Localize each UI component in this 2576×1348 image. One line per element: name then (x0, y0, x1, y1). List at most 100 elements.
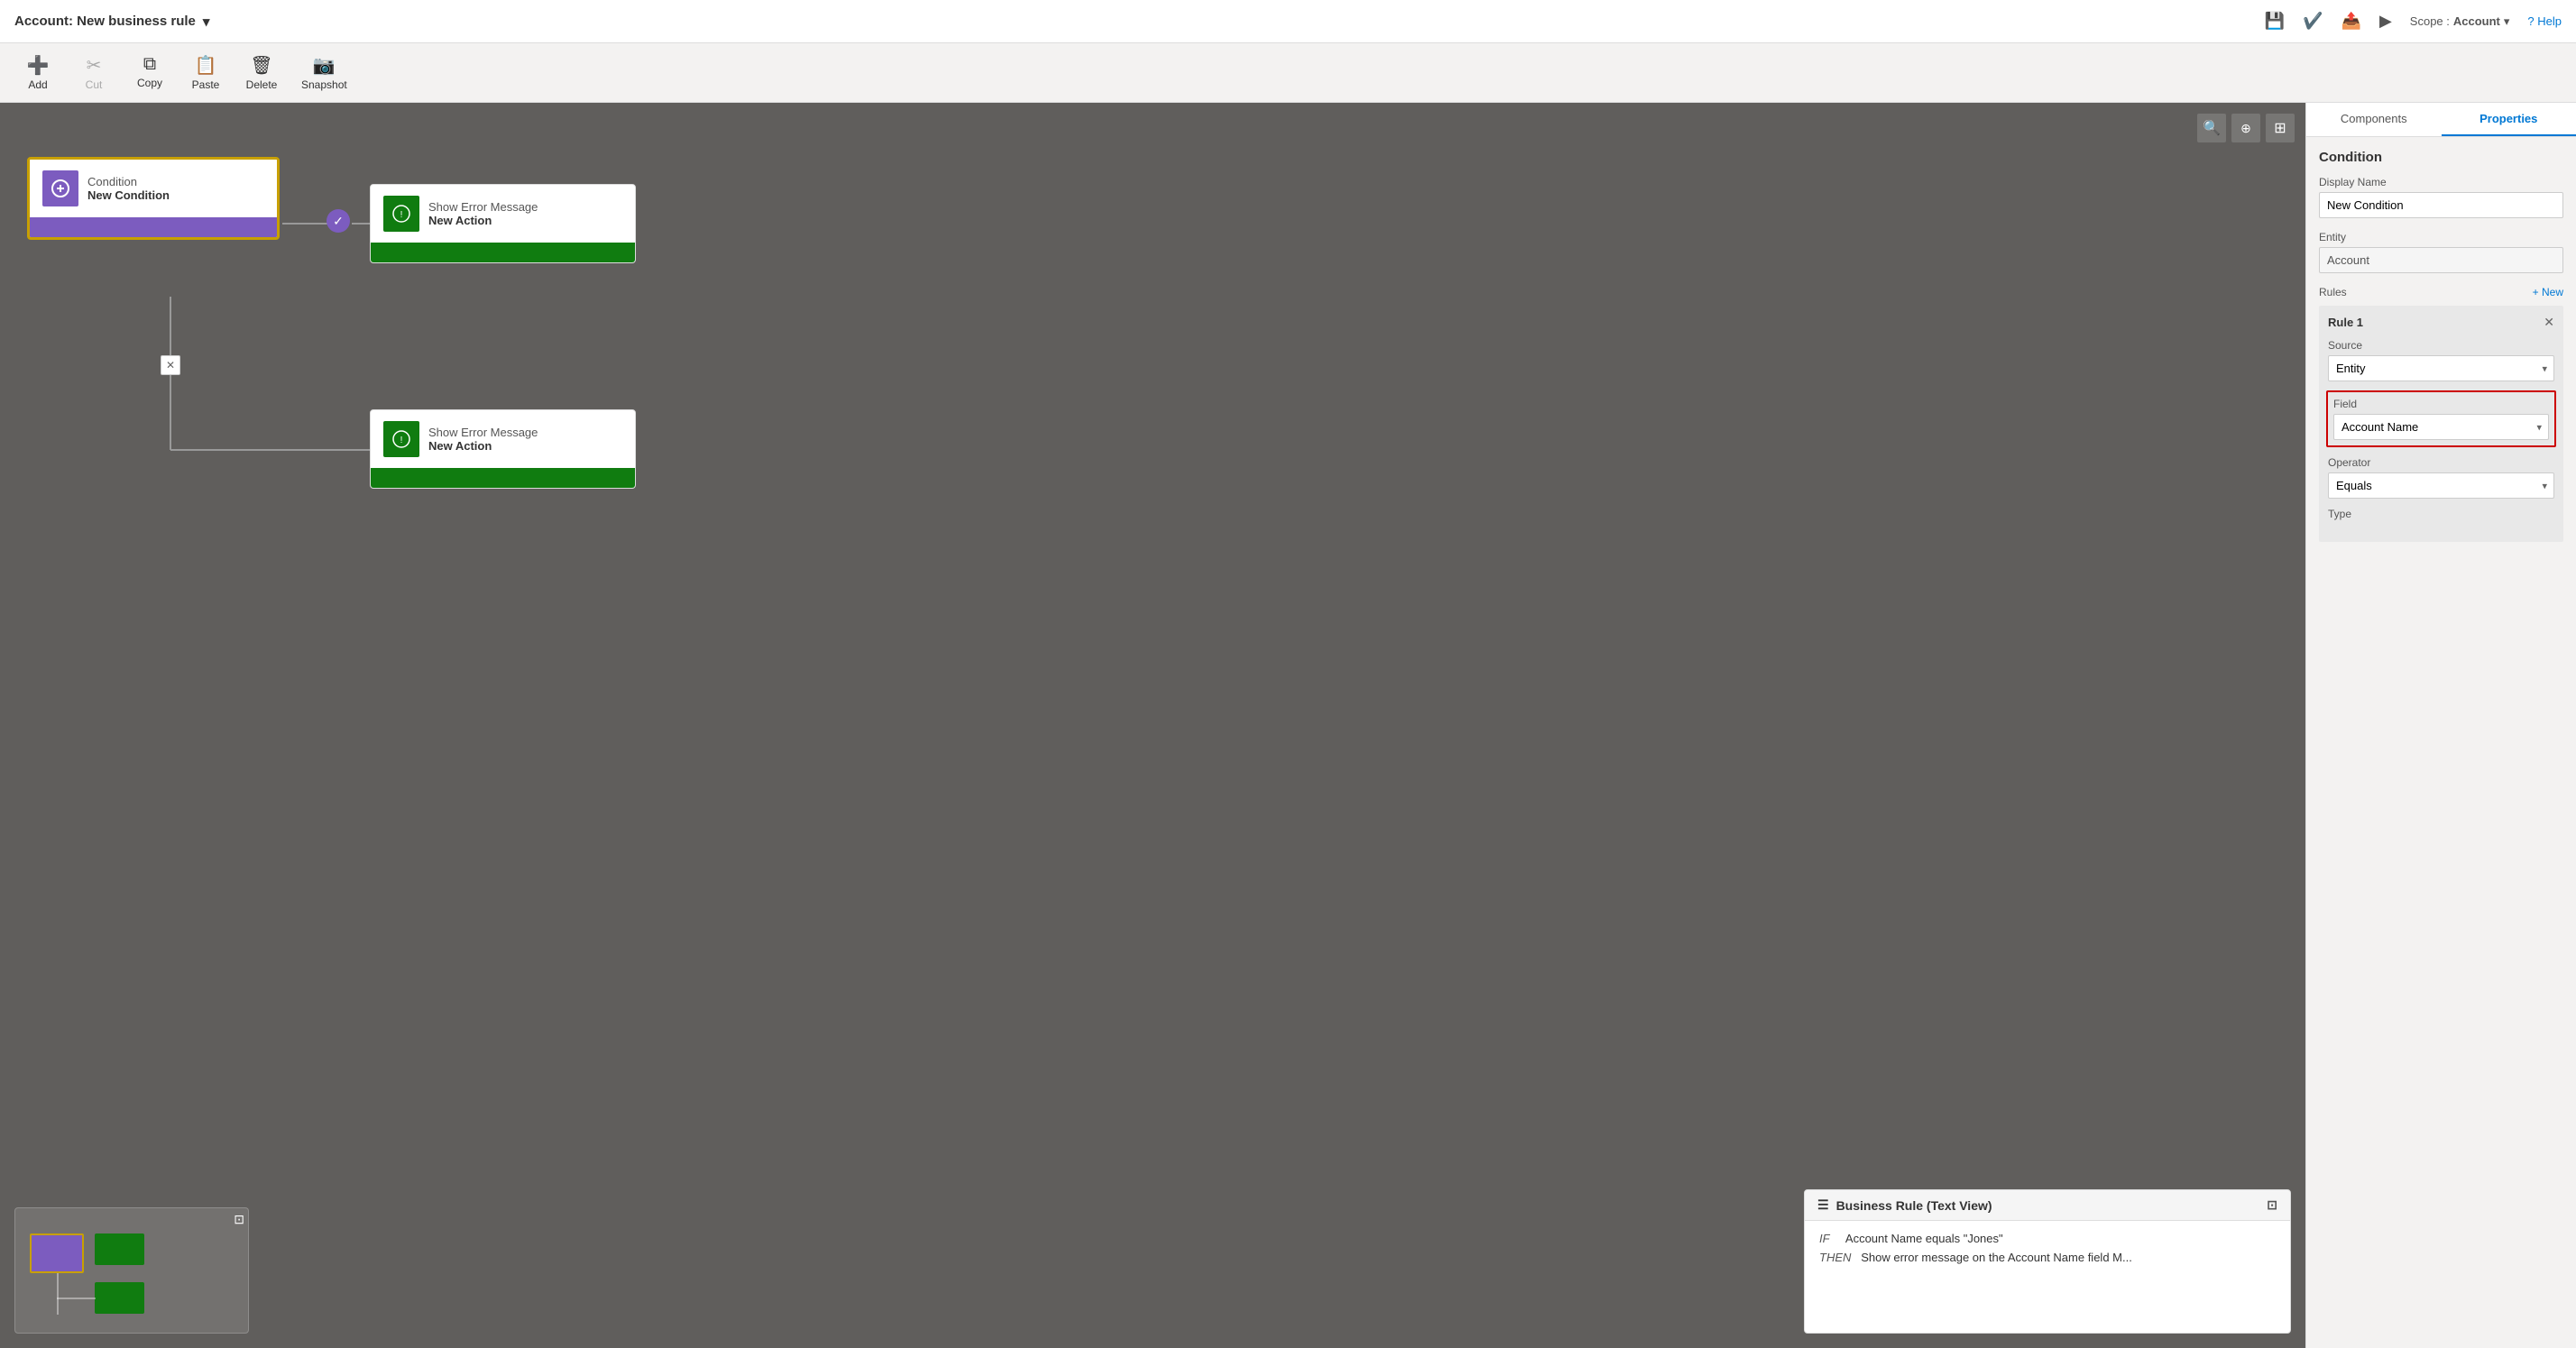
paste-button[interactable]: 📋 Paste (179, 49, 233, 96)
source-select-wrapper: Entity ▾ (2328, 355, 2554, 381)
copy-icon: ⧉ (143, 54, 156, 75)
mini-map: ⊡ (14, 1207, 249, 1334)
panel-section-title: Condition (2319, 150, 2563, 165)
mini-action1 (95, 1233, 144, 1265)
text-view-then-row: THEN Show error message on the Account N… (1819, 1249, 2276, 1268)
publish-icon[interactable]: 📤 (2341, 12, 2361, 31)
fit-icon: ⊞ (2274, 119, 2286, 137)
rule-close-button[interactable]: ✕ (2544, 315, 2554, 330)
toolbar: ➕ Add ✂ Cut ⧉ Copy 📋 Paste 🗑 Delete 📷 Sn… (0, 43, 2576, 103)
action-footer-bottom (371, 468, 635, 488)
action-name-bottom: New Action (428, 439, 538, 453)
delete-icon: 🗑 (250, 54, 272, 77)
page-title: Account: New business rule (14, 14, 196, 29)
field-field-wrapper: Field Account Name ▾ (2326, 390, 2556, 447)
entity-label: Entity (2319, 231, 2563, 243)
add-icon: ➕ (27, 54, 50, 77)
cut-icon: ✂ (87, 54, 102, 77)
text-view-title: Business Rule (Text View) (1836, 1198, 1992, 1213)
action-type-top: Show Error Message (428, 200, 538, 214)
scope-chevron: ▾ (2504, 14, 2510, 29)
text-then-body: Show error message on the Account Name f… (1861, 1251, 2132, 1264)
scope-value: Account (2453, 14, 2500, 28)
zoom-out-button[interactable]: 🔍 (2197, 114, 2226, 142)
text-view-header: ☰ Business Rule (Text View) ⊡ (1805, 1190, 2290, 1221)
action-name-top: New Action (428, 214, 538, 227)
source-label: Source (2328, 339, 2554, 352)
rule-title: Rule 1 (2328, 316, 2363, 329)
condition-type: Condition (87, 175, 170, 188)
delete-connector-button[interactable]: ✕ (161, 355, 180, 375)
text-view-expand[interactable]: ⊡ (2267, 1197, 2277, 1213)
snapshot-icon: 📷 (313, 54, 336, 77)
operator-label: Operator (2328, 456, 2554, 469)
check-icon[interactable]: ✔️ (2303, 12, 2323, 31)
field-select-wrapper: Account Name ▾ (2333, 414, 2549, 440)
entity-field: Entity (2319, 231, 2563, 273)
zoom-in-icon: ⊕ (2240, 121, 2251, 136)
source-select[interactable]: Entity (2328, 355, 2554, 381)
mini-map-expand[interactable]: ⊡ (234, 1212, 244, 1227)
condition-node[interactable]: Condition New Condition (27, 157, 280, 240)
display-name-input[interactable] (2319, 192, 2563, 218)
tab-components[interactable]: Components (2306, 103, 2442, 136)
cut-button[interactable]: ✂ Cut (67, 49, 121, 96)
text-view-if-row: IF Account Name equals "Jones" (1819, 1230, 2276, 1249)
action-footer-top (371, 243, 635, 262)
rule-header: Rule 1 ✕ (2328, 315, 2554, 330)
title-right: 💾 ✔️ 📤 ▶ Scope : Account ▾ ? Help (2265, 12, 2562, 31)
scope-label: Scope : (2410, 14, 2450, 28)
check-button[interactable]: ✓ (327, 209, 350, 233)
action-node-top[interactable]: ! Show Error Message New Action (370, 184, 636, 263)
operator-field: Operator Equals ▾ (2328, 456, 2554, 499)
type-field: Type (2328, 508, 2554, 520)
new-rule-button[interactable]: + New (2533, 286, 2563, 298)
action-node-bottom[interactable]: ! Show Error Message New Action (370, 409, 636, 489)
title-left: Account: New business rule ▾ (14, 14, 209, 30)
action-header-top: ! Show Error Message New Action (371, 185, 635, 243)
scope-selector[interactable]: Scope : Account ▾ (2410, 14, 2510, 29)
play-icon[interactable]: ▶ (2379, 12, 2392, 31)
canvas-controls: 🔍 ⊕ ⊞ (2197, 114, 2295, 142)
text-if-body: Account Name equals "Jones" (1845, 1232, 2003, 1245)
copy-label: Copy (137, 77, 162, 89)
rules-label: Rules (2319, 286, 2347, 298)
paste-label: Paste (192, 78, 220, 91)
delete-button[interactable]: 🗑 Delete (235, 49, 289, 96)
operator-select-wrapper: Equals ▾ (2328, 472, 2554, 499)
fit-screen-button[interactable]: ⊞ (2266, 114, 2295, 142)
title-chevron[interactable]: ▾ (203, 14, 210, 30)
copy-button[interactable]: ⧉ Copy (123, 49, 177, 95)
mini-line-v (57, 1273, 59, 1315)
save-icon[interactable]: 💾 (2265, 12, 2285, 31)
operator-select[interactable]: Equals (2328, 472, 2554, 499)
right-panel: Components Properties Condition Display … (2305, 103, 2576, 1348)
zoom-out-icon: 🔍 (2203, 119, 2221, 137)
text-then-label: THEN (1819, 1251, 1851, 1264)
title-bar: Account: New business rule ▾ 💾 ✔️ 📤 ▶ Sc… (0, 0, 2576, 43)
text-if-label: IF (1819, 1232, 1830, 1245)
zoom-in-button[interactable]: ⊕ (2231, 114, 2260, 142)
field-select[interactable]: Account Name (2333, 414, 2549, 440)
action-icon-bottom: ! (383, 421, 419, 457)
mini-action2 (95, 1282, 144, 1314)
entity-input[interactable] (2319, 247, 2563, 273)
condition-name: New Condition (87, 188, 170, 202)
tab-properties[interactable]: Properties (2442, 103, 2576, 136)
text-view-content: IF Account Name equals "Jones" THEN Show… (1805, 1221, 2290, 1277)
action-type-bottom: Show Error Message (428, 426, 538, 439)
add-button[interactable]: ➕ Add (11, 49, 65, 96)
canvas-area[interactable]: 🔍 ⊕ ⊞ (0, 103, 2305, 1348)
action-icon-top: ! (383, 196, 419, 232)
type-label: Type (2328, 508, 2554, 520)
svg-text:!: ! (400, 210, 403, 220)
snapshot-button[interactable]: 📷 Snapshot (290, 49, 358, 96)
action-text-bottom: Show Error Message New Action (428, 426, 538, 453)
field-label: Field (2333, 398, 2549, 410)
help-link[interactable]: ? Help (2527, 14, 2562, 28)
text-view-panel: ☰ Business Rule (Text View) ⊡ IF Account… (1804, 1189, 2291, 1334)
display-name-label: Display Name (2319, 176, 2563, 188)
condition-icon (42, 170, 78, 206)
panel-content: Condition Display Name Entity Rules + Ne… (2306, 137, 2576, 555)
rule-box: Rule 1 ✕ Source Entity ▾ Field (2319, 306, 2563, 542)
